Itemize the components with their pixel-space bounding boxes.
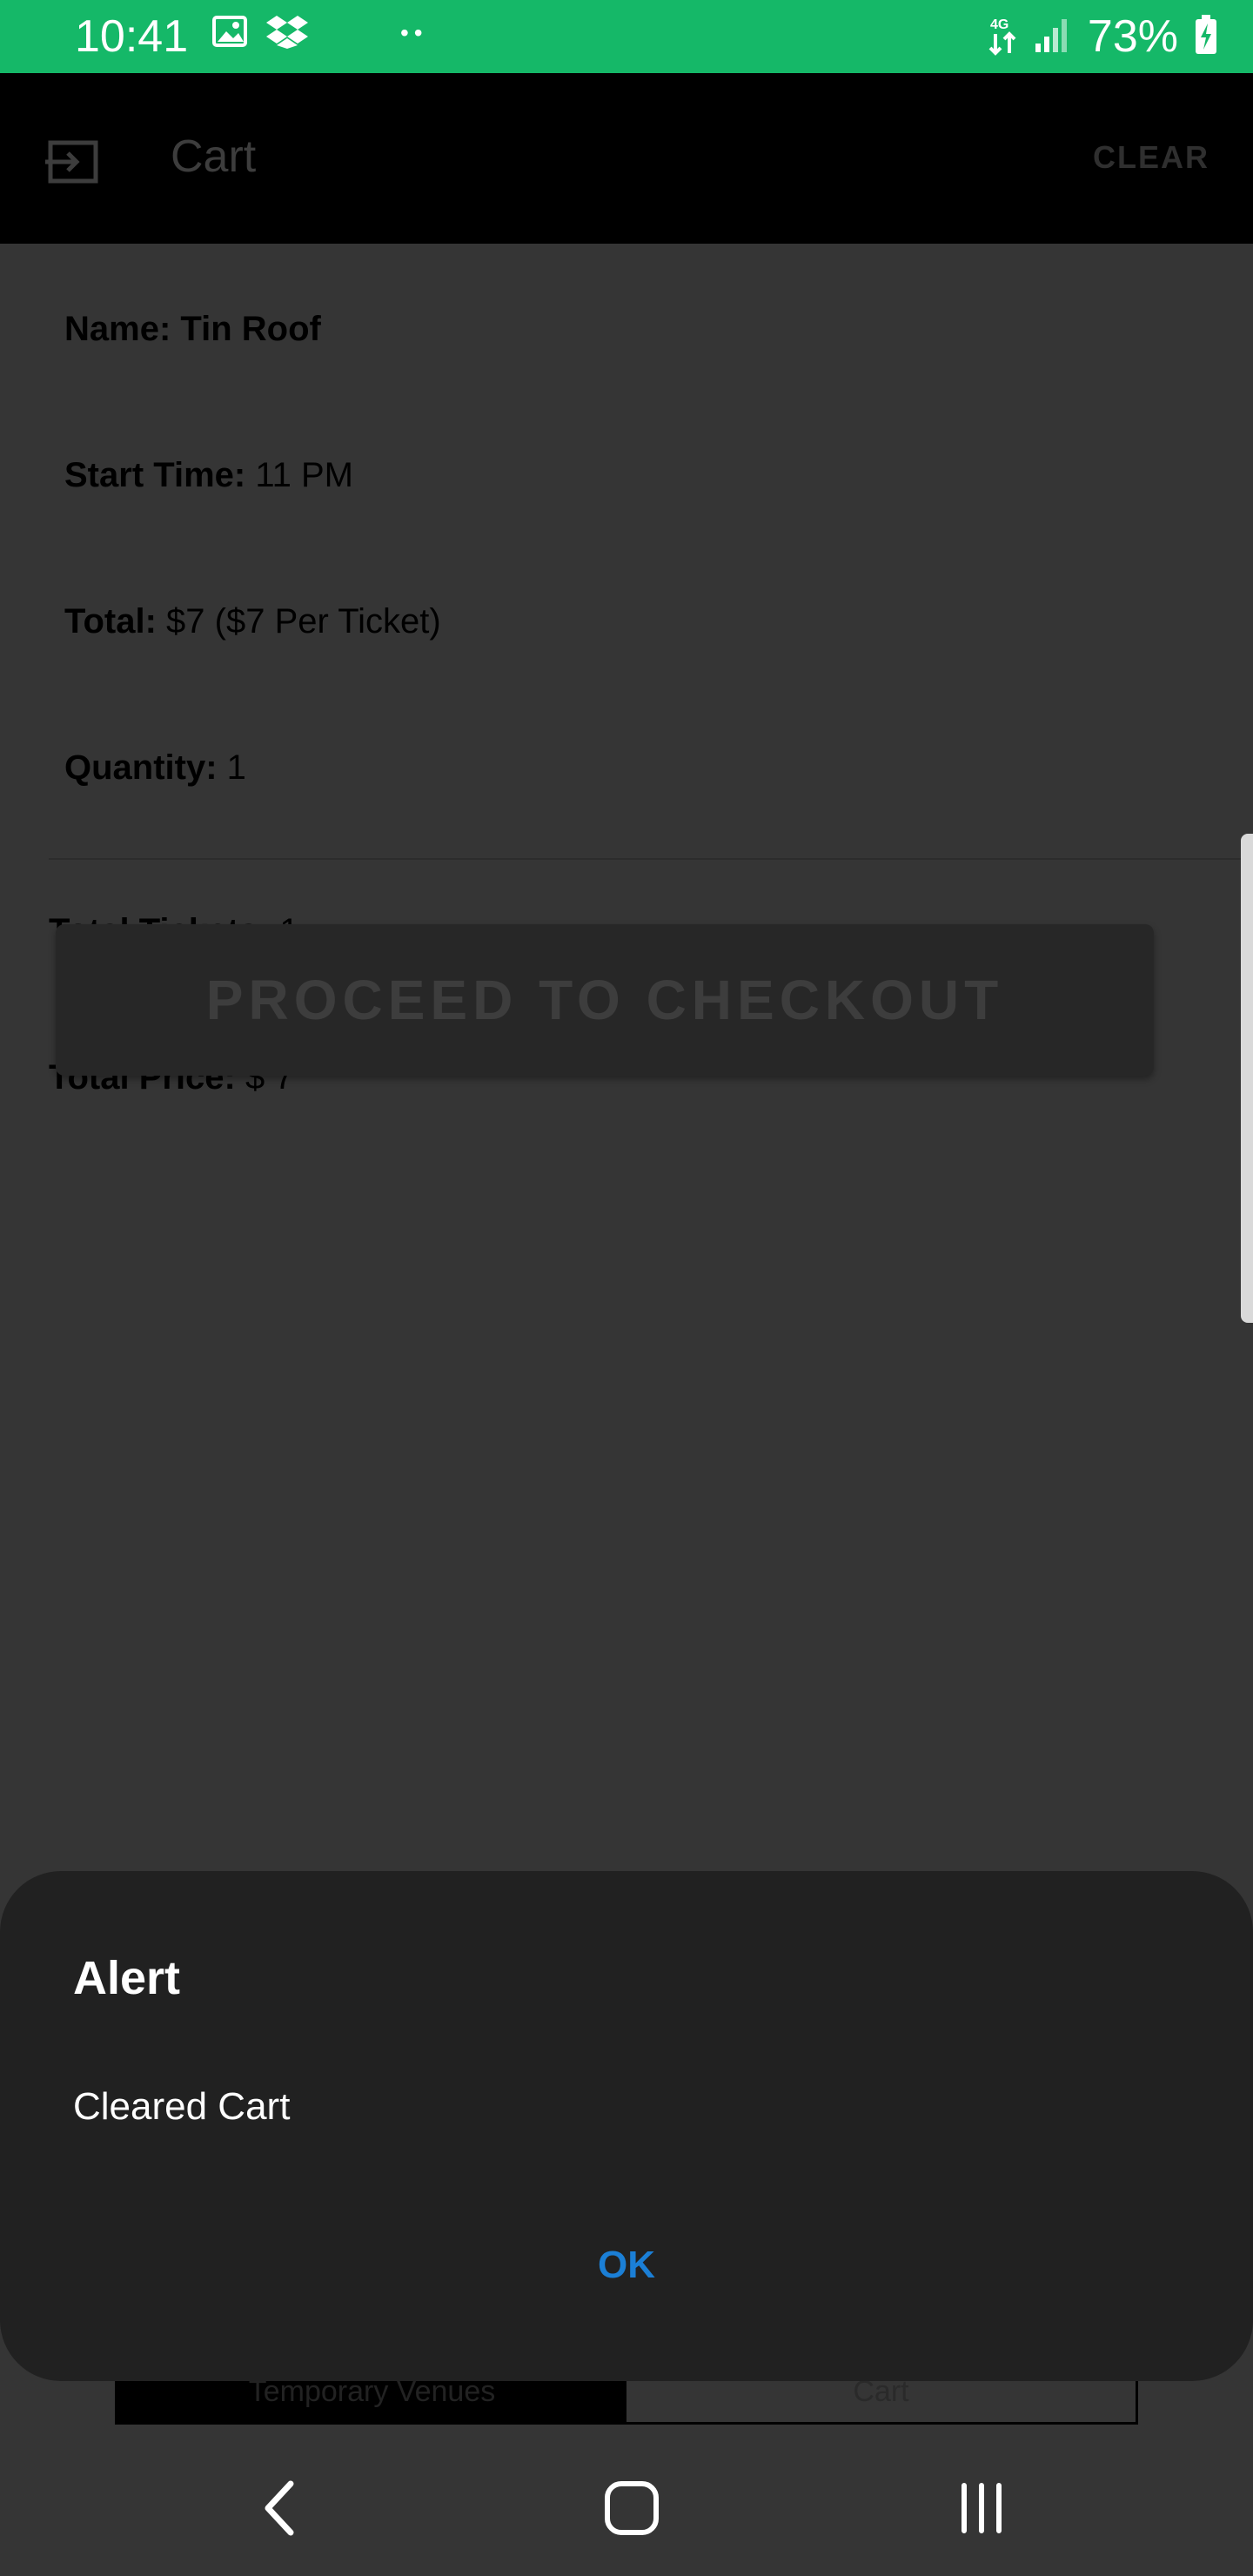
dropbox-icon [266, 14, 308, 53]
name-value: Tin Roof [180, 310, 321, 348]
start-time-label: Start Time: [64, 456, 246, 494]
recent-apps-icon[interactable] [947, 2473, 1016, 2543]
app-bar: Cart CLEAR [0, 73, 1253, 244]
battery-percent: 73% [1087, 11, 1178, 62]
quantity-label: Quantity: [64, 748, 218, 787]
divider [49, 858, 1253, 860]
4g-data-icon: 4G [988, 13, 1018, 61]
svg-text:4G: 4G [990, 17, 1008, 32]
status-time: 10:41 [75, 11, 189, 62]
name-label: Name: [64, 310, 171, 348]
cart-item-total: Total: $7 ($7 Per Ticket) [64, 602, 441, 641]
alert-title: Alert [73, 1952, 181, 2004]
scrollbar[interactable] [1241, 834, 1253, 1323]
clear-button[interactable]: CLEAR [1093, 139, 1209, 176]
cart-item-start-time: Start Time: 11 PM [64, 456, 353, 495]
home-icon[interactable] [597, 2473, 667, 2543]
alert-message: Cleared Cart [73, 2085, 291, 2128]
cart-item-quantity: Quantity: 1 [64, 748, 246, 788]
ok-button[interactable]: OK [557, 2226, 696, 2304]
battery-charging-icon [1194, 14, 1218, 59]
logout-arrow-icon[interactable] [45, 134, 101, 190]
proceed-to-checkout-button[interactable]: PROCEED TO CHECKOUT [56, 924, 1154, 1076]
system-nav-bar [0, 2428, 1253, 2576]
signal-icon [1034, 16, 1072, 58]
more-dots-icon: •• [400, 19, 428, 46]
quantity-value: 1 [226, 748, 246, 787]
alert-dialog: Alert Cleared Cart OK [0, 1871, 1253, 2381]
total-value: $7 ($7 Per Ticket) [166, 602, 441, 641]
page-title: Cart [171, 131, 257, 182]
status-bar: 10:41 •• 4G 73% [0, 0, 1253, 73]
start-time-value: 11 PM [255, 456, 353, 494]
back-icon[interactable] [247, 2473, 317, 2543]
cart-item-name: Name: Tin Roof [64, 310, 321, 349]
total-label: Total: [64, 602, 157, 641]
image-icon [212, 14, 247, 53]
